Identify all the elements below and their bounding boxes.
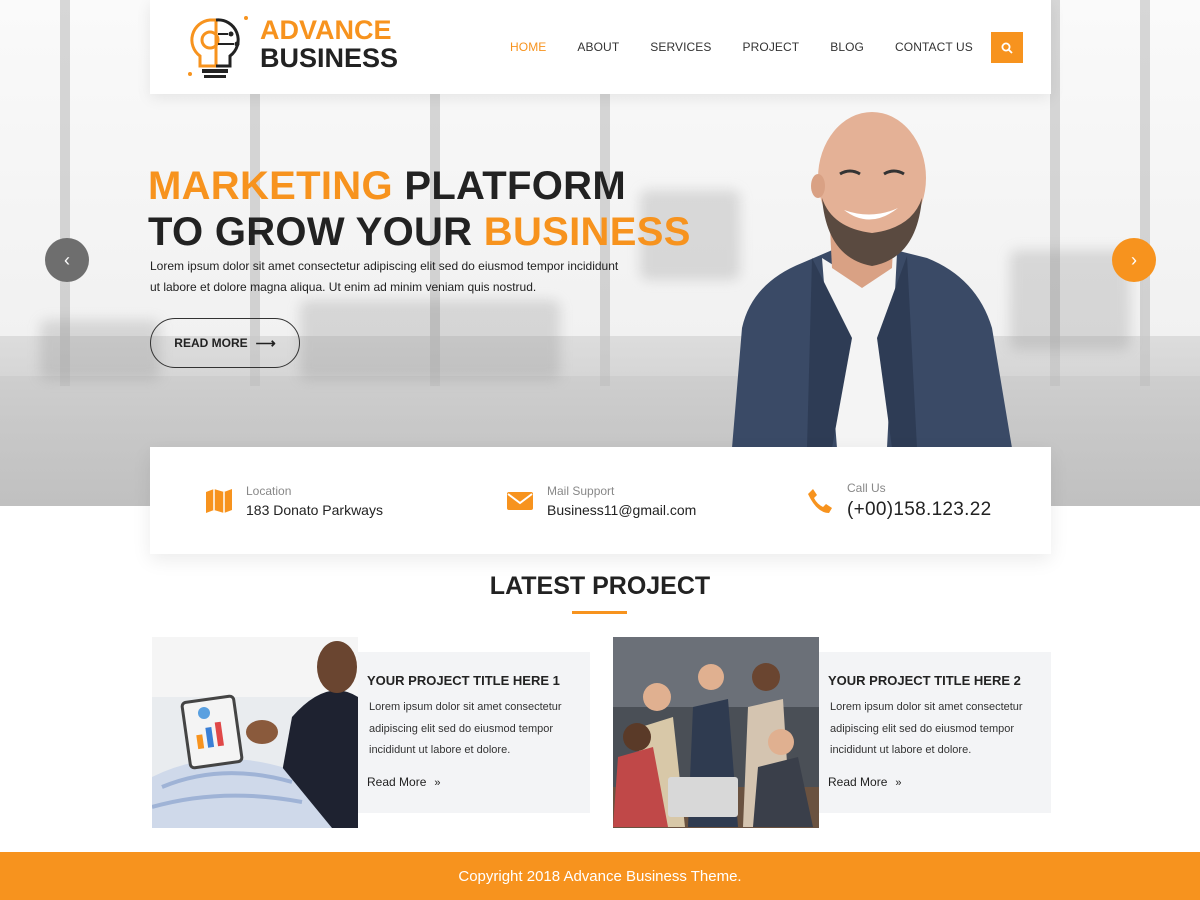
project-description-line: Lorem ipsum dolor sit amet consectetur: [369, 701, 562, 713]
project-description-line: incididunt ut labore et dolore.: [369, 744, 511, 756]
chevron-left-icon: ‹: [64, 249, 70, 270]
slider-next-button[interactable]: ›: [1112, 238, 1156, 282]
arrow-right-icon: ⟶: [255, 334, 276, 351]
mail-label: Mail Support: [547, 483, 615, 498]
project-description: Lorem ipsum dolor sit amet consectetur a…: [369, 697, 584, 762]
chevron-right-icon: ›: [1131, 249, 1137, 270]
hero-person-image: [732, 112, 1012, 448]
nav-project[interactable]: PROJECT: [743, 40, 800, 54]
contact-call: Call Us (+00)158.123.22: [803, 447, 991, 554]
project-description-line: Lorem ipsum dolor sit amet consectetur: [830, 701, 1023, 713]
copyright-text: Copyright 2018 Advance Business Theme.: [458, 867, 742, 885]
slider-prev-button[interactable]: ‹: [45, 238, 89, 282]
read-more-label: READ MORE: [174, 336, 248, 350]
lightbulb-gear-icon[interactable]: [186, 14, 254, 80]
site-logo[interactable]: ADVANCE BUSINESS: [260, 16, 398, 72]
read-more-text: Read More: [828, 775, 888, 789]
project-title[interactable]: YOUR PROJECT TITLE HERE 1: [367, 673, 560, 688]
double-chevron-right-icon: »: [895, 777, 902, 789]
project-read-more-link[interactable]: Read More »: [828, 775, 902, 789]
logo-line2: BUSINESS: [260, 43, 399, 73]
call-label: Call Us: [847, 480, 886, 495]
project-description-line: adipiscing elit sed do eiusmod tempor: [830, 722, 1015, 735]
hero-headline: MARKETING PLATFORM TO GROW YOUR BUSINESS: [148, 163, 691, 255]
hero-description: Lorem ipsum dolor sit amet consectetur a…: [150, 256, 650, 298]
nav-contact[interactable]: CONTACT US: [895, 40, 973, 54]
nav-about[interactable]: ABOUT: [577, 40, 619, 54]
headline-highlight: BUSINESS: [483, 210, 691, 254]
project-read-more-link[interactable]: Read More »: [367, 775, 441, 789]
headline-text: PLATFORM: [392, 164, 626, 208]
contact-info-bar: Location 183 Donato Parkways Mail Suppor…: [150, 447, 1051, 554]
project-description-line: adipiscing elit sed do eiusmod tempor: [369, 722, 554, 735]
location-value: 183 Donato Parkways: [246, 501, 383, 518]
read-more-button[interactable]: READ MORE ⟶: [150, 318, 300, 368]
double-chevron-right-icon: »: [434, 777, 441, 789]
project-image-2[interactable]: [613, 637, 819, 828]
headline-text: TO GROW YOUR: [148, 210, 484, 254]
project-title[interactable]: YOUR PROJECT TITLE HERE 2: [828, 673, 1021, 688]
main-nav: HOME ABOUT SERVICES PROJECT BLOG CONTACT…: [510, 40, 1004, 54]
contact-location: Location 183 Donato Parkways: [202, 447, 383, 554]
location-label: Location: [246, 483, 292, 498]
envelope-icon: [503, 484, 537, 518]
office-desk: [300, 300, 560, 380]
title-underline: [572, 611, 627, 614]
nav-home[interactable]: HOME: [510, 40, 546, 54]
hero-description-line: Lorem ipsum dolor sit amet consectetur a…: [150, 259, 619, 273]
project-description-line: incididunt ut labore et dolore.: [830, 744, 972, 756]
read-more-text: Read More: [367, 775, 427, 789]
map-icon: [202, 484, 236, 518]
project-description: Lorem ipsum dolor sit amet consectetur a…: [830, 697, 1045, 762]
section-title: LATEST PROJECT: [489, 572, 711, 600]
nav-blog[interactable]: BLOG: [830, 40, 864, 54]
contact-mail: Mail Support Business11@gmail.com: [503, 447, 696, 554]
logo-line1: ADVANCE: [260, 15, 392, 45]
project-card: YOUR PROJECT TITLE HERE 2 Lorem ipsum do…: [613, 637, 1051, 828]
site-header: ADVANCE BUSINESS HOME ABOUT SERVICES PRO…: [150, 0, 1051, 94]
hero-description-line: ut labore et dolore magna aliqua. Ut eni…: [150, 280, 537, 294]
headline-highlight: MARKETING: [148, 164, 393, 208]
site-footer: Copyright 2018 Advance Business Theme.: [0, 852, 1200, 900]
search-button[interactable]: [991, 32, 1023, 63]
project-image-1[interactable]: [152, 637, 358, 828]
call-value[interactable]: (+00)158.123.22: [847, 499, 991, 521]
search-icon: [1001, 42, 1013, 54]
nav-services[interactable]: SERVICES: [650, 40, 711, 54]
project-card: YOUR PROJECT TITLE HERE 1 Lorem ipsum do…: [152, 637, 590, 828]
office-chair: [40, 320, 160, 380]
window-frame: [1140, 0, 1150, 386]
phone-icon: [803, 484, 837, 518]
mail-value[interactable]: Business11@gmail.com: [547, 502, 696, 518]
